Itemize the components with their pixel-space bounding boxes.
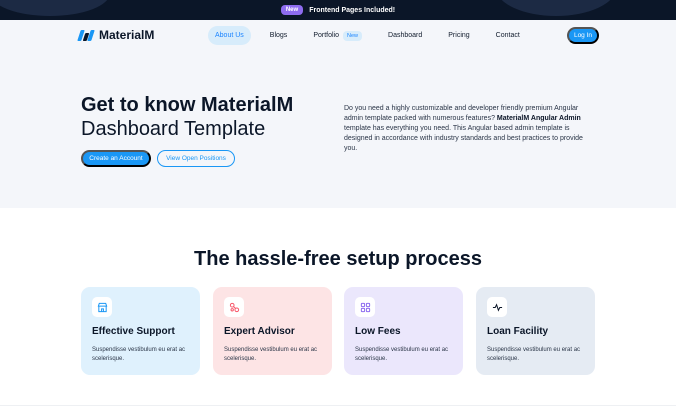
decorative-blob bbox=[496, 0, 616, 16]
card-text: Suspendisse vestibulum eu erat ac sceler… bbox=[224, 347, 318, 362]
portfolio-new-badge: New bbox=[343, 30, 363, 41]
card-title: Effective Support bbox=[92, 326, 175, 337]
card-title: Loan Facility bbox=[487, 326, 549, 337]
nav-menu: About Us Blogs Portfolio New Dashboard P… bbox=[208, 26, 539, 45]
divider bbox=[0, 405, 676, 406]
logo-icon bbox=[77, 29, 95, 41]
hero-title: Get to know MaterialM Dashboard Template bbox=[81, 93, 331, 141]
nav-item-blogs[interactable]: Blogs bbox=[263, 26, 295, 45]
card-text: Suspendisse vestibulum eu erat ac sceler… bbox=[92, 347, 186, 362]
nav-item-label: Pricing bbox=[448, 32, 470, 39]
nodes-icon bbox=[224, 297, 244, 317]
new-badge: New bbox=[280, 5, 304, 15]
nav-item-pricing[interactable]: Pricing bbox=[441, 26, 476, 45]
create-account-button[interactable]: Create an Account bbox=[81, 150, 151, 167]
nav-item-label: Dashboard bbox=[388, 32, 423, 39]
nav-item-contact[interactable]: Contact bbox=[489, 26, 527, 45]
nav-item-label: Blogs bbox=[269, 32, 288, 39]
card-title: Expert Advisor bbox=[224, 326, 295, 337]
desc-text: template has everything you need. This A… bbox=[344, 125, 583, 152]
card-text: Suspendisse vestibulum eu erat ac sceler… bbox=[487, 347, 581, 362]
card-text: Suspendisse vestibulum eu erat ac sceler… bbox=[355, 347, 449, 362]
view-open-positions-button[interactable]: View Open Positions bbox=[157, 150, 235, 167]
hero-title-line-2: Dashboard Template bbox=[81, 118, 266, 140]
desc-bold: MaterialM Angular Admin bbox=[496, 115, 581, 122]
brand-name: MaterialM bbox=[99, 28, 155, 42]
decorative-blob bbox=[0, 0, 110, 16]
pulse-icon bbox=[487, 297, 507, 317]
store-icon bbox=[92, 297, 112, 317]
hero-description: Do you need a highly customizable and de… bbox=[344, 104, 596, 154]
feature-card-loan-facility[interactable]: Loan Facility Suspendisse vestibulum eu … bbox=[476, 287, 595, 375]
nav-item-label: About Us bbox=[215, 32, 244, 39]
nav-item-dashboard[interactable]: Dashboard bbox=[381, 26, 429, 45]
announcement-text[interactable]: Frontend Pages Included! bbox=[309, 7, 395, 14]
feature-card-expert-advisor[interactable]: Expert Advisor Suspendisse vestibulum eu… bbox=[213, 287, 332, 375]
announcement-bar: New Frontend Pages Included! bbox=[0, 0, 676, 20]
hero-title-line-1: Get to know MaterialM bbox=[81, 94, 294, 116]
login-button[interactable]: Log In bbox=[567, 27, 599, 44]
feature-card-effective-support[interactable]: Effective Support Suspendisse vestibulum… bbox=[81, 287, 200, 375]
grid-icon bbox=[355, 297, 375, 317]
feature-card-low-fees[interactable]: Low Fees Suspendisse vestibulum eu erat … bbox=[344, 287, 463, 375]
nav-item-portfolio[interactable]: Portfolio New bbox=[306, 26, 369, 45]
nav-item-label: Portfolio bbox=[313, 32, 339, 39]
card-title: Low Fees bbox=[355, 326, 401, 337]
nav-item-about-us[interactable]: About Us bbox=[208, 26, 251, 45]
nav-item-label: Contact bbox=[495, 32, 520, 39]
brand-logo[interactable]: MaterialM bbox=[77, 28, 155, 42]
section-title: The hassle-free setup process bbox=[194, 248, 482, 270]
